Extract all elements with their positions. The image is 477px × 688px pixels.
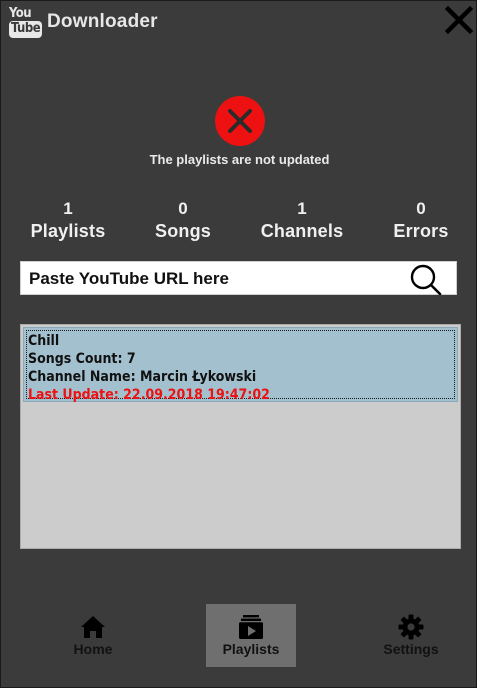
stat-playlists-value: 1 — [63, 199, 73, 218]
stat-channels-label: Channels — [260, 221, 344, 241]
playlist-list: Chill Songs Count: 7 Channel Name: Marci… — [20, 324, 461, 549]
nav-home[interactable]: Home — [48, 604, 138, 667]
stat-songs: 0 Songs — [128, 199, 238, 242]
stat-channels: 1 Channels — [247, 199, 357, 242]
logo-bottom-text: Tube — [9, 21, 43, 38]
stat-errors-label: Errors — [393, 221, 449, 241]
nav-settings-label: Settings — [383, 641, 439, 657]
stat-channels-value: 1 — [297, 199, 307, 218]
stat-playlists: 1 Playlists — [13, 199, 123, 242]
error-x-icon — [215, 96, 265, 146]
playlists-icon — [239, 615, 263, 639]
youtube-logo-icon: You Tube — [9, 6, 43, 41]
close-icon — [444, 5, 474, 35]
stat-songs-value: 0 — [178, 199, 188, 218]
search-icon — [410, 264, 442, 296]
title-bar: You Tube Downloader — [1, 1, 476, 41]
playlist-songs-count: Songs Count: 7 — [28, 351, 136, 367]
url-search-box — [20, 261, 457, 296]
stat-songs-label: Songs — [154, 221, 211, 241]
stat-errors: 0 Errors — [366, 199, 476, 242]
logo-top-text: You — [9, 6, 32, 21]
app-window: You Tube Downloader The playlists are no… — [0, 0, 477, 688]
search-button[interactable] — [409, 263, 443, 296]
stat-playlists-label: Playlists — [30, 221, 106, 241]
app-title: Downloader — [47, 11, 158, 32]
nav-home-label: Home — [73, 641, 113, 657]
nav-playlists[interactable]: Playlists — [206, 604, 296, 667]
playlist-last-update: Last Update: 22.09.2018 19:47:02 — [28, 387, 270, 403]
stat-errors-value: 0 — [416, 199, 426, 218]
home-icon — [81, 616, 105, 638]
status-message: The playlists are not updated — [149, 152, 330, 167]
playlist-name: Chill — [28, 333, 60, 349]
playlist-channel-name: Channel Name: Marcin Łykowski — [28, 369, 257, 385]
nav-playlists-label: Playlists — [222, 641, 280, 657]
playlist-item-chill[interactable]: Chill Songs Count: 7 Channel Name: Marci… — [23, 327, 458, 403]
close-button[interactable] — [444, 5, 474, 35]
url-input[interactable] — [27, 266, 401, 292]
gear-icon — [398, 614, 424, 640]
nav-settings[interactable]: Settings — [366, 604, 456, 667]
